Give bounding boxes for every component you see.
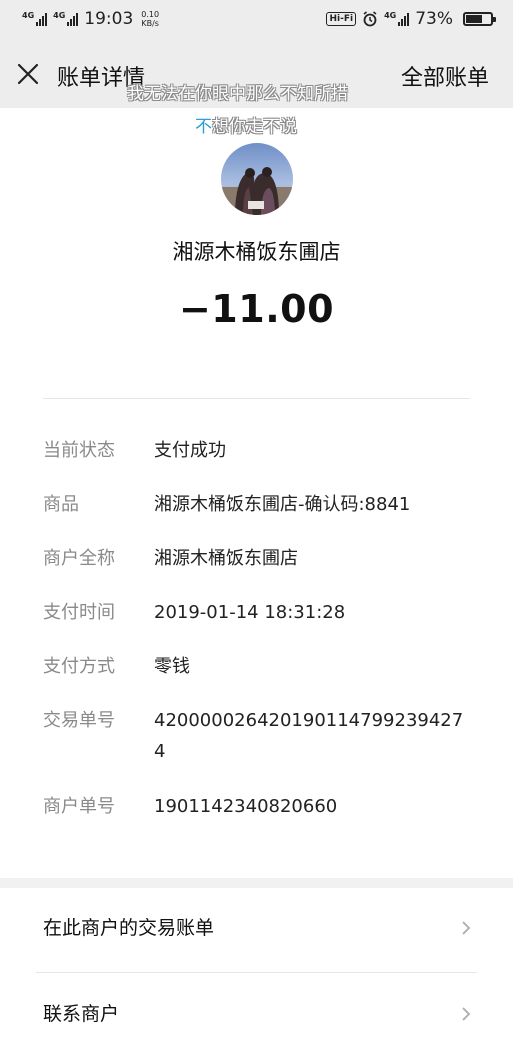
detail-label: 交易单号 — [43, 710, 115, 731]
signal-icon: 4G — [22, 11, 48, 26]
detail-row-product: 商品 湘源木桶饭东圃店-确认码:8841 — [43, 489, 483, 520]
link-label: 在此商户的交易账单 — [43, 917, 215, 939]
status-left: 4G 4G 19:03 0.10 KB/s — [22, 9, 159, 29]
contact-merchant-link[interactable]: 联系商户 — [0, 985, 513, 1045]
link-label: 联系商户 — [43, 1003, 120, 1025]
detail-label: 支付时间 — [43, 602, 115, 623]
divider — [43, 398, 470, 399]
status-right: Hi-Fi 4G 73% — [326, 9, 496, 29]
detail-row-merchant-order-id: 商户单号 1901142340820660 — [43, 791, 483, 822]
detail-value[interactable]: 4200000264201901147992394274 — [154, 705, 472, 767]
status-bar: 4G 4G 19:03 0.10 KB/s Hi-Fi 4G 73% — [0, 0, 513, 40]
chevron-right-icon — [462, 921, 471, 935]
section-separator — [0, 878, 513, 888]
alarm-icon — [363, 11, 377, 27]
detail-label: 支付方式 — [43, 656, 115, 677]
overlay-text-accent: 不 — [195, 117, 212, 137]
detail-label: 商户单号 — [43, 796, 115, 817]
detail-value: 湘源木桶饭东圃店 — [154, 548, 298, 569]
detail-row-status: 当前状态 支付成功 — [43, 435, 483, 466]
signal-icon-3: 4G — [384, 11, 410, 26]
battery-percent: 73% — [415, 9, 453, 29]
detail-row-pay-method: 支付方式 零钱 — [43, 651, 483, 682]
network-speed: 0.10 KB/s — [141, 10, 159, 28]
detail-value: 湘源木桶饭东圃店-确认码:8841 — [154, 494, 411, 515]
detail-value[interactable]: 1901142340820660 — [154, 791, 472, 822]
hifi-badge: Hi-Fi — [326, 12, 357, 26]
detail-row-merchant-name: 商户全称 湘源木桶饭东圃店 — [43, 543, 483, 574]
overlay-text-rest: 想你走不说 — [212, 117, 297, 137]
network-type-2: 4G — [53, 11, 66, 20]
battery-fill — [466, 15, 483, 23]
detail-value: 2019-01-14 18:31:28 — [154, 602, 346, 623]
divider — [36, 972, 477, 973]
detail-value: 零钱 — [154, 656, 190, 677]
speed-unit: KB/s — [141, 19, 159, 28]
all-bills-link[interactable]: 全部账单 — [401, 60, 489, 92]
merchant-bills-link[interactable]: 在此商户的交易账单 — [0, 899, 513, 959]
overlay-text-1: 我无法在你眼中那么不知所措 — [127, 84, 348, 104]
detail-label: 当前状态 — [43, 440, 115, 461]
battery-icon — [463, 12, 496, 26]
signal-icon-2: 4G — [53, 11, 79, 26]
network-type-3: 4G — [384, 11, 397, 20]
merchant-name: 湘源木桶饭东圃店 — [172, 240, 341, 264]
detail-row-pay-time: 支付时间 2019-01-14 18:31:28 — [43, 597, 483, 628]
detail-value: 支付成功 — [154, 440, 226, 461]
network-type-1: 4G — [22, 11, 35, 20]
transaction-amount: −11.00 — [178, 287, 335, 331]
speed-value: 0.10 — [141, 10, 160, 19]
overlay-text-2: 不想你走不说 — [195, 112, 297, 137]
detail-label: 商品 — [43, 494, 79, 515]
clock: 19:03 — [84, 9, 134, 29]
merchant-avatar — [221, 143, 293, 215]
detail-label: 商户全称 — [43, 548, 115, 569]
chevron-right-icon — [462, 1007, 471, 1021]
close-icon[interactable] — [16, 62, 40, 86]
detail-row-transaction-id: 交易单号 4200000264201901147992394274 — [43, 705, 483, 767]
